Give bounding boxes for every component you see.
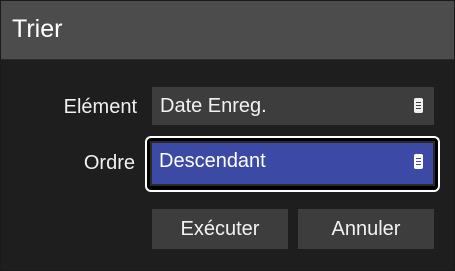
execute-button[interactable]: Exécuter xyxy=(152,209,288,249)
element-dropdown[interactable]: Date Enreg. xyxy=(152,87,434,125)
element-dropdown-value: Date Enreg. xyxy=(160,95,267,117)
cancel-button[interactable]: Annuler xyxy=(298,209,434,249)
order-label: Ordre xyxy=(83,152,135,174)
dialog-titlebar: Trier xyxy=(1,1,454,60)
dialog-title: Trier xyxy=(12,15,63,43)
element-label: Elément xyxy=(63,96,137,118)
execute-button-label: Exécuter xyxy=(180,218,260,240)
sort-dialog: Trier Elément Date Enreg. Ordre Descenda… xyxy=(0,0,455,271)
order-dropdown[interactable]: Descendant xyxy=(150,141,435,186)
menu-icon xyxy=(414,98,423,113)
order-dropdown-value: Descendant xyxy=(159,150,266,172)
cancel-button-label: Annuler xyxy=(331,218,401,240)
menu-icon xyxy=(414,154,423,169)
